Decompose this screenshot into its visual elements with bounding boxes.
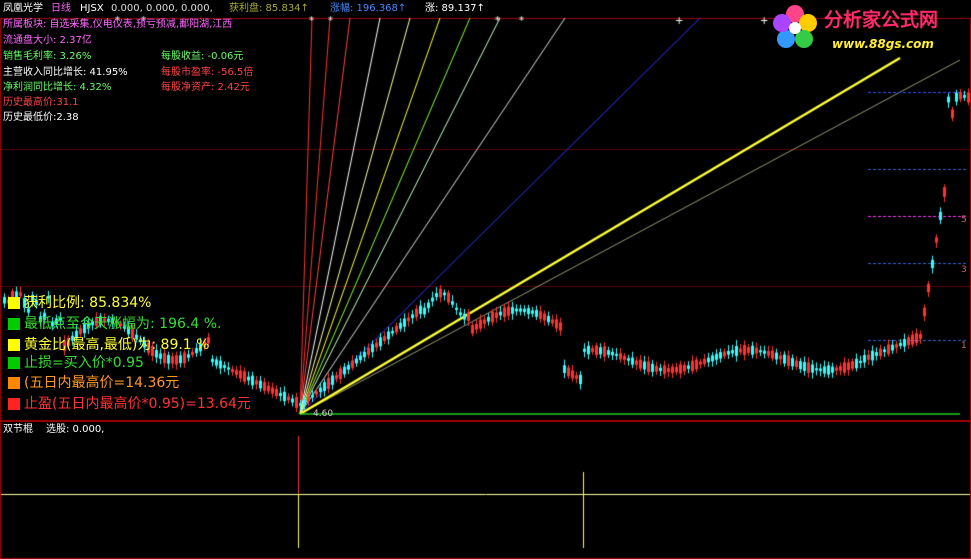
pe-info: 每股市盈率: -56.5倍 [161,67,254,78]
legend-profit-ratio: 获利比例: 85.834% [24,295,152,311]
legend-take-profit: 止盈(五日内最高价*0.95)=13.64元 [24,396,251,412]
legend-golden-ratio: 黄金比(最高,最低)为: 89.1 % [24,337,210,353]
rise-value: 涨: 89.137↑ [425,3,485,14]
stock-name: 凤凰光学 [3,3,43,14]
profit-growth-info: 净利润同比增长: 4.32% [3,82,112,93]
legend-swatch-golden [8,339,20,351]
flower-logo-icon [773,5,817,48]
gross-margin-info: 销售毛利率: 3.26% [3,51,92,62]
hist-high-info: 历史最高价:31.1 [3,97,79,108]
indicator-name[interactable]: HJSX [80,4,104,14]
legend-low-to-now: 最低点至今天涨幅为: 196.4 %. [24,316,222,332]
revenue-growth-info: 主营收入同比增长: 41.95% [3,67,128,78]
logo-url: www.88gs.com [832,37,934,51]
range-value: 涨幅: 196.368↑ [330,3,407,14]
legend-swatch-stoploss [8,357,20,369]
indicator-values: 0.000, 0.000, 0.000, [111,3,213,14]
nav-info: 每股净资产: 2.42元 [161,82,250,93]
sector-info: 所属板块: 自选采集,仪电仪表,预亏预减,鄱阳湖,江西 [3,19,233,30]
sub-panel-name[interactable]: 双节棍 [3,425,33,435]
right-axis-label: 3 [961,265,967,275]
legend-swatch-rise [8,318,20,330]
float-cap-info: 流通盘大小: 2.37亿 [3,35,92,46]
sub-panel-value: 选股: 0.000, [46,424,105,435]
logo-title: 分析家公式网 [824,9,939,31]
eps-info: 每股收益: -0.06元 [161,51,244,62]
legend-swatch-profit [8,297,20,309]
legend-swatch-take-profit [8,398,20,410]
profit-value: 获利盘: 85.834↑ [229,3,309,14]
hist-low-info: 历史最低价:2.38 [3,112,79,123]
right-axis-label: 1 [961,341,967,351]
site-logo[interactable]: 分析家公式网 www.88gs.com [768,1,968,55]
period-label[interactable]: 日线 [51,4,71,14]
kline-chart-canvas[interactable] [0,0,971,559]
right-axis-label: 5 [961,215,967,225]
legend-stop-loss: 止损=买入价*0.95 [24,355,144,371]
low-price-marker: 4.60 [313,409,334,419]
legend-5day-high: (五日内最高价=14.36元 [24,375,180,391]
legend-swatch-5day-high [8,377,20,389]
